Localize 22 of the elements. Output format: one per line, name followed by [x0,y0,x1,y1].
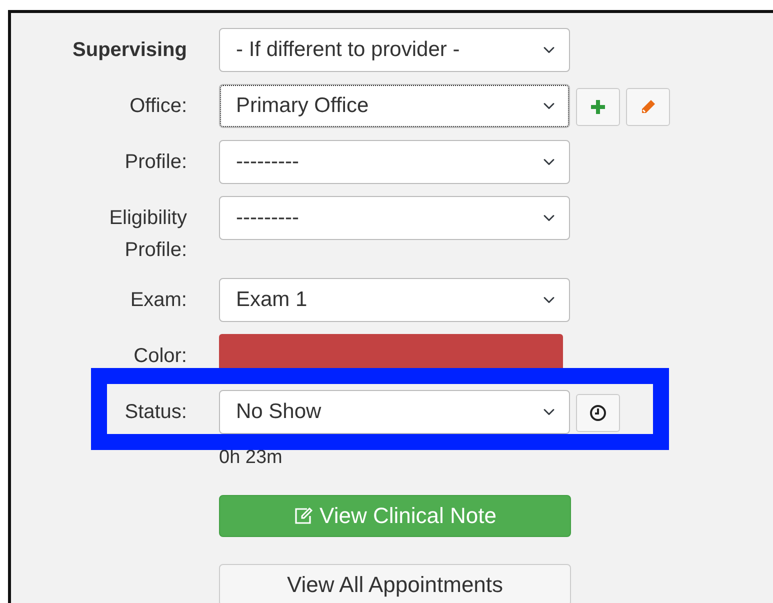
field-label: Office: [128,94,187,119]
elapsed-time: 0h 23m [219,446,284,470]
pencil-icon [639,98,657,116]
dropdown[interactable]: Exam 1 [219,278,570,322]
dropdown[interactable]: --------- [219,140,570,184]
field-label: Exam: [129,288,187,313]
field-label: Profile: [124,150,187,175]
plus-button[interactable] [576,88,620,126]
clock-icon [589,404,607,422]
clock-button[interactable] [576,394,620,432]
dropdown[interactable]: No Show [219,390,570,434]
dropdown[interactable]: Primary Office [219,84,570,128]
field-label: Eligibility Profile: [108,206,187,263]
edit-icon [294,507,314,525]
dropdown[interactable]: - If different to provider - [219,28,570,72]
field-label: Supervising [72,38,187,63]
plus-icon [590,99,606,115]
view-appointments-button[interactable]: View All Appointments [219,564,571,603]
field-label: Status: [124,400,187,425]
dropdown[interactable]: --------- [219,196,570,240]
field-label: Color: [132,344,187,369]
pencil-button[interactable] [626,88,670,126]
